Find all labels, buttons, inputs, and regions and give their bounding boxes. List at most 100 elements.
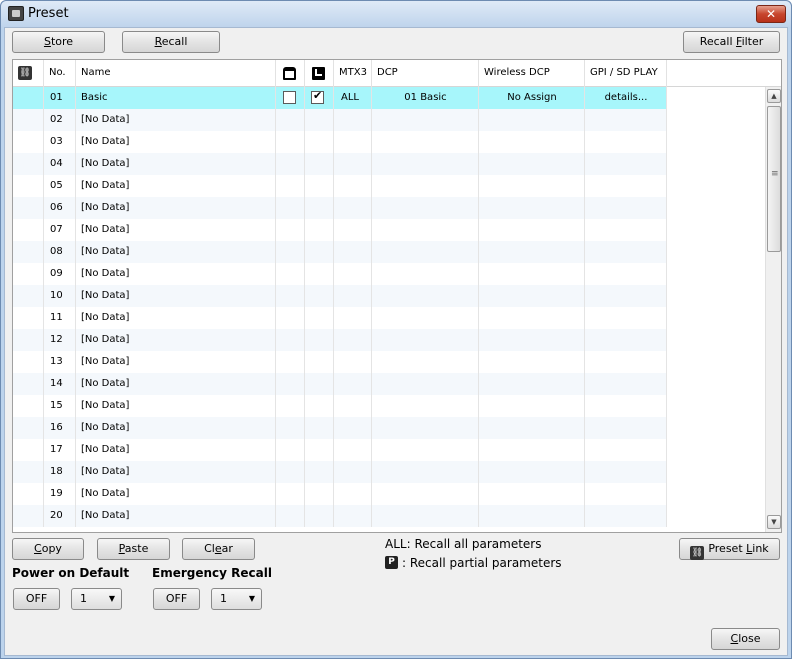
copy-button[interactable]: Copy — [12, 538, 84, 560]
link-icon: ⛓ — [18, 66, 32, 80]
window-close-button[interactable]: ✕ — [756, 5, 786, 23]
window-title: Preset — [28, 6, 69, 21]
scroll-down-icon[interactable]: ▼ — [767, 515, 781, 529]
app-icon — [8, 6, 24, 21]
column-divider — [275, 87, 276, 527]
header-schedule — [305, 60, 334, 87]
cell-mtx3: ALL — [341, 92, 359, 103]
cell-no: 03 — [50, 136, 63, 147]
header-dcp: DCP — [372, 60, 479, 87]
cell-no: 15 — [50, 400, 63, 411]
cell-no: 05 — [50, 180, 63, 191]
scroll-thumb[interactable] — [767, 106, 781, 252]
header-no: No. — [44, 60, 76, 87]
cell-name: [No Data] — [81, 290, 130, 301]
cell-no: 06 — [50, 202, 63, 213]
cell-no: 08 — [50, 246, 63, 257]
table-row[interactable]: 03 [No Data] — [13, 131, 667, 153]
table-row[interactable]: 01 Basic ALL 01 Basic No Assign details... — [13, 87, 667, 109]
cell-name: [No Data] — [81, 510, 130, 521]
header-protect — [276, 60, 305, 87]
recall-button[interactable]: Recall — [122, 31, 220, 53]
link-icon: ⛓ — [690, 546, 705, 560]
emergency-recall-label: Emergency Recall — [152, 566, 272, 580]
table-row[interactable]: 09 [No Data] — [13, 263, 667, 285]
table-row[interactable]: 10 [No Data] — [13, 285, 667, 307]
table-row[interactable]: 18 [No Data] — [13, 461, 667, 483]
table-row[interactable]: 14 [No Data] — [13, 373, 667, 395]
cell-name: Basic — [81, 92, 108, 103]
cell-no: 10 — [50, 290, 63, 301]
table-row[interactable]: 20 [No Data] — [13, 505, 667, 527]
table-row[interactable]: 04 [No Data] — [13, 153, 667, 175]
table-header: ⛓ No. Name MTX3 DCP Wireless DCP GPI / S… — [13, 60, 781, 87]
cell-no: 09 — [50, 268, 63, 279]
preset-window: Preset ✕ Store Recall Recall Filter ⛓ No… — [0, 0, 792, 659]
header-link: ⛓ — [13, 60, 44, 87]
cell-name: [No Data] — [81, 488, 130, 499]
cell-name: [No Data] — [81, 466, 130, 477]
preset-link-button[interactable]: ⛓ Preset Link — [679, 538, 780, 560]
cell-no: 07 — [50, 224, 63, 235]
cell-name: [No Data] — [81, 114, 130, 125]
header-mtx3: MTX3 — [334, 60, 372, 87]
table-row[interactable]: 16 [No Data] — [13, 417, 667, 439]
table-row[interactable]: 13 [No Data] — [13, 351, 667, 373]
cell-no: 11 — [50, 312, 63, 323]
cell-no: 02 — [50, 114, 63, 125]
table-row[interactable]: 05 [No Data] — [13, 175, 667, 197]
legend-partial: : Recall partial parameters — [402, 556, 562, 570]
lock-icon — [283, 67, 296, 80]
cell-name: [No Data] — [81, 180, 130, 191]
column-divider — [333, 87, 334, 527]
table-row[interactable]: 07 [No Data] — [13, 219, 667, 241]
chevron-down-icon: ▼ — [108, 594, 115, 603]
cell-no: 13 — [50, 356, 63, 367]
cell-gpi: details... — [604, 92, 648, 103]
clear-button[interactable]: Clear — [182, 538, 255, 560]
emergency-recall-select[interactable]: 1 ▼ — [211, 588, 262, 610]
vertical-scrollbar[interactable]: ▲ ▼ — [765, 87, 781, 532]
cell-no: 12 — [50, 334, 63, 345]
power-on-default-label: Power on Default — [12, 566, 130, 580]
table-row[interactable]: 08 [No Data] — [13, 241, 667, 263]
cell-no: 04 — [50, 158, 63, 169]
table-row[interactable]: 06 [No Data] — [13, 197, 667, 219]
cell-name: [No Data] — [81, 224, 130, 235]
preset-table: ⛓ No. Name MTX3 DCP Wireless DCP GPI / S… — [12, 59, 782, 533]
column-divider — [584, 87, 585, 527]
table-row[interactable]: 17 [No Data] — [13, 439, 667, 461]
cell-name: [No Data] — [81, 246, 130, 257]
cell-no: 18 — [50, 466, 63, 477]
column-divider — [43, 87, 44, 527]
cell-no: 14 — [50, 378, 63, 389]
power-on-default-select[interactable]: 1 ▼ — [71, 588, 122, 610]
power-on-default-off-button[interactable]: OFF — [13, 588, 60, 610]
paste-button[interactable]: Paste — [97, 538, 170, 560]
column-divider — [478, 87, 479, 527]
column-divider — [371, 87, 372, 527]
recall-filter-button[interactable]: Recall Filter — [683, 31, 780, 53]
scroll-up-icon[interactable]: ▲ — [767, 89, 781, 103]
table-row[interactable]: 12 [No Data] — [13, 329, 667, 351]
cell-name: [No Data] — [81, 312, 130, 323]
header-wireless-dcp: Wireless DCP — [479, 60, 585, 87]
cell-name: [No Data] — [81, 334, 130, 345]
table-row[interactable]: 15 [No Data] — [13, 395, 667, 417]
cell-name: [No Data] — [81, 444, 130, 455]
store-button[interactable]: Store — [12, 31, 105, 53]
cell-name: [No Data] — [81, 378, 130, 389]
header-name: Name — [76, 60, 276, 87]
title-bar[interactable]: Preset ✕ — [1, 1, 791, 27]
table-row[interactable]: 02 [No Data] — [13, 109, 667, 131]
chevron-down-icon: ▼ — [248, 594, 255, 603]
schedule-checkbox[interactable] — [311, 89, 324, 104]
close-button[interactable]: Close — [711, 628, 780, 650]
table-row[interactable]: 19 [No Data] — [13, 483, 667, 505]
emergency-recall-off-button[interactable]: OFF — [153, 588, 200, 610]
table-row[interactable]: 11 [No Data] — [13, 307, 667, 329]
column-divider — [75, 87, 76, 527]
cell-name: [No Data] — [81, 268, 130, 279]
cell-dcp: 01 Basic — [404, 92, 447, 103]
protect-checkbox[interactable] — [283, 91, 296, 104]
